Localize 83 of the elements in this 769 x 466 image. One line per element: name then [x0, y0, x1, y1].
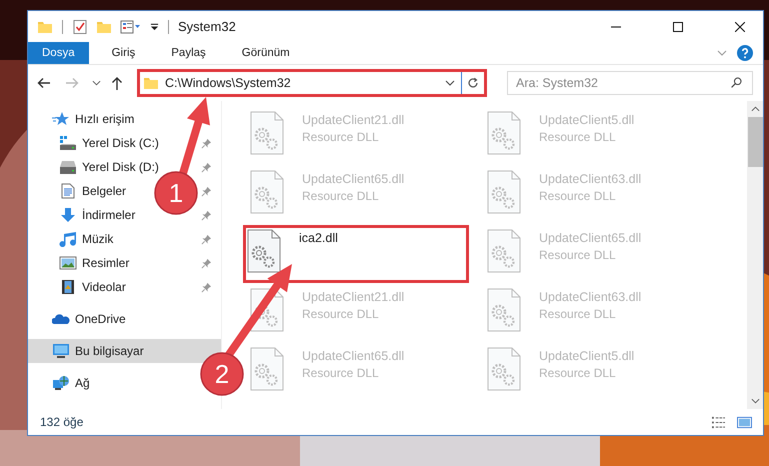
ribbon-tab[interactable]: Görünüm — [228, 42, 303, 64]
file-gears-icon — [487, 229, 521, 273]
music-note-icon — [59, 231, 77, 247]
nav-item[interactable]: Yerel Disk (C:) — [28, 131, 159, 155]
nav-item[interactable]: Videolar — [28, 275, 126, 299]
pin-icon[interactable] — [201, 186, 212, 196]
window-title: System32 — [178, 19, 236, 34]
pin-icon[interactable] — [201, 234, 212, 244]
large-icons-view-icon[interactable] — [737, 416, 752, 428]
file-type: Resource DLL — [539, 248, 617, 262]
search-field[interactable]: Ara: System32 — [507, 71, 753, 95]
file-gears-icon — [487, 111, 521, 155]
item-count: 132 öğe — [40, 415, 84, 429]
file-type: Resource DLL — [302, 189, 380, 203]
document-icon — [59, 183, 77, 199]
file-name: UpdateClient21.dll — [302, 290, 404, 304]
close-icon — [735, 22, 745, 32]
file-type: Resource DLL — [302, 307, 380, 321]
address-bar[interactable]: C:\Windows\System32 — [137, 69, 487, 97]
file-gears-icon — [487, 347, 521, 391]
nav-item[interactable]: Bu bilgisayar — [28, 339, 221, 363]
refresh-icon[interactable] — [466, 76, 480, 90]
nav-item[interactable]: Hızlı erişim — [28, 107, 134, 131]
customize-caret-icon[interactable] — [150, 22, 159, 31]
nav-item[interactable]: Müzik — [28, 227, 114, 251]
file-name: ica2.dll — [299, 231, 338, 245]
drive-icon — [59, 135, 77, 151]
file-type: Resource DLL — [302, 366, 380, 380]
file-name: UpdateClient65.dll — [302, 349, 404, 363]
maximize-icon — [673, 22, 683, 32]
nav-item[interactable]: İndirmeler — [28, 203, 136, 227]
properties-icon[interactable] — [120, 18, 142, 34]
expand-ribbon-icon[interactable] — [717, 50, 727, 56]
scrollbar[interactable] — [747, 101, 763, 409]
file-type: Resource DLL — [539, 189, 617, 203]
details-view-icon[interactable] — [711, 416, 726, 428]
folder-icon — [143, 75, 159, 91]
ribbon-tab[interactable]: Paylaş — [158, 42, 219, 64]
film-icon — [59, 279, 77, 295]
ribbon-tab[interactable]: Giriş — [98, 42, 148, 64]
nav-item[interactable]: Ağ — [28, 371, 90, 395]
step-badge: 2 — [200, 352, 244, 396]
search-icon[interactable] — [730, 76, 743, 89]
pin-icon[interactable] — [201, 162, 212, 172]
file-gears-icon — [250, 170, 284, 214]
scroll-down-icon[interactable] — [750, 398, 760, 404]
file-name: UpdateClient63.dll — [539, 290, 642, 304]
nav-item[interactable]: Belgeler — [28, 179, 126, 203]
file-type: Resource DLL — [539, 366, 617, 380]
file-item[interactable]: ica2.dll — [243, 225, 469, 283]
drive-icon — [59, 159, 77, 175]
pin-icon[interactable] — [201, 282, 212, 292]
file-type: Resource DLL — [539, 130, 617, 144]
network-icon — [52, 375, 70, 391]
file-name: UpdateClient63.dll — [539, 172, 642, 186]
file-gears-icon — [247, 229, 281, 273]
ribbon-tab[interactable]: Dosya — [28, 42, 89, 64]
star-icon — [52, 111, 70, 127]
file-gears-icon — [250, 347, 284, 391]
help-icon[interactable] — [737, 45, 753, 61]
scroll-up-icon[interactable] — [750, 106, 760, 112]
dropdown-caret-icon[interactable] — [445, 80, 455, 86]
file-name: UpdateClient65.dll — [302, 172, 404, 186]
file-name: UpdateClient21.dll — [302, 113, 404, 127]
file-type: Resource DLL — [539, 307, 617, 321]
recent-caret-icon[interactable] — [92, 80, 101, 86]
file-name: UpdateClient65.dll — [539, 231, 642, 245]
pin-icon[interactable] — [201, 210, 212, 220]
pin-icon[interactable] — [201, 258, 212, 268]
download-arrow-icon — [59, 207, 77, 223]
file-gears-icon — [487, 170, 521, 214]
file-name: UpdateClient5.dll — [539, 113, 634, 127]
nav-item[interactable]: OneDrive — [28, 307, 126, 331]
monitor-icon — [52, 343, 70, 359]
picture-icon — [59, 255, 77, 271]
checklist-icon[interactable] — [72, 18, 88, 34]
file-gears-icon — [487, 288, 521, 332]
nav-item[interactable]: Resimler — [28, 251, 130, 275]
scroll-thumb[interactable] — [748, 117, 762, 167]
file-type: Resource DLL — [302, 130, 380, 144]
file-name: UpdateClient5.dll — [539, 349, 634, 363]
pin-icon[interactable] — [201, 138, 212, 148]
file-gears-icon — [250, 111, 284, 155]
